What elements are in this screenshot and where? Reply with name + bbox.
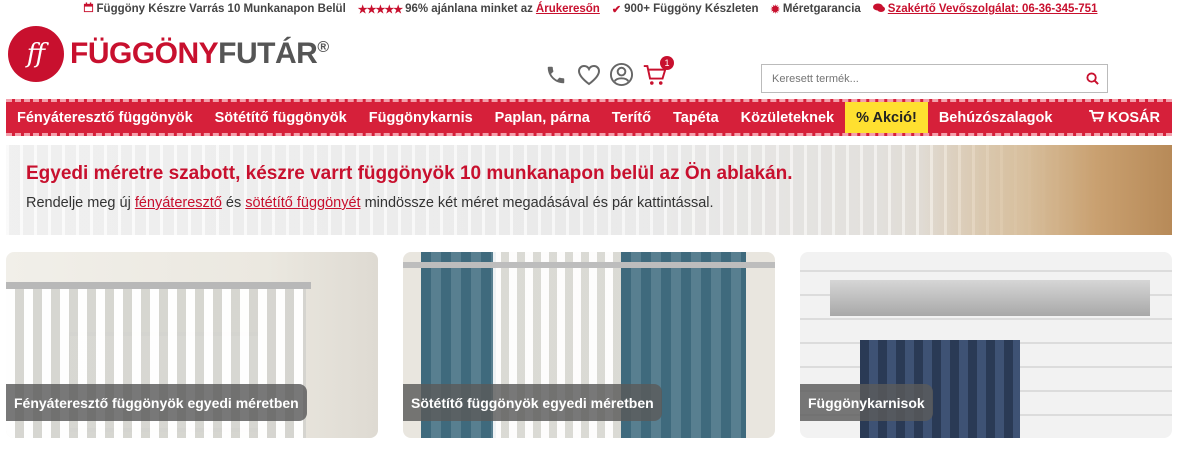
main-nav: Fényáteresztő függönyök Sötétítő függöny… xyxy=(6,99,1172,136)
info-delivery: Függöny Készre Varrás 10 Munkanapon Belü… xyxy=(83,2,346,16)
nav-item-duvet-pillow[interactable]: Paplan, párna xyxy=(484,102,601,133)
search-icon[interactable] xyxy=(1077,72,1107,85)
badge-icon: ✹ xyxy=(770,3,780,16)
nav-item-wallpaper[interactable]: Tapéta xyxy=(662,102,730,133)
site-header: ff FÜGGÖNYFUTÁR® 1 xyxy=(0,18,1180,98)
user-icon[interactable] xyxy=(609,62,634,87)
banner-link-blackout[interactable]: sötétítő függönyét xyxy=(245,195,360,211)
phone-icon[interactable] xyxy=(543,62,568,87)
top-info-bar: Függöny Készre Varrás 10 Munkanapon Belü… xyxy=(0,0,1180,18)
header-icons: 1 xyxy=(543,56,674,87)
nav-item-business[interactable]: Közületeknek xyxy=(730,102,845,133)
search-box xyxy=(761,64,1108,93)
info-size-guarantee: ✹ Méretgarancia xyxy=(770,3,861,16)
hero-banner: Egyedi méretre szabott, készre varrt füg… xyxy=(6,145,1172,235)
banner-drape-image xyxy=(922,145,1172,235)
card-label: Függönykarnisok xyxy=(800,384,933,421)
category-card-blackout-curtains[interactable]: Sötétítő függönyök egyedi méretben xyxy=(403,252,775,438)
category-card-curtain-rods[interactable]: Függönykarnisok xyxy=(800,252,1172,438)
banner-text: Rendelje meg új fényáteresztő és sötétít… xyxy=(26,195,714,211)
arukereso-link[interactable]: Árukeresőn xyxy=(536,3,600,15)
check-icon: ✔ xyxy=(611,3,622,16)
support-link[interactable]: Szakértő Vevőszolgálat: 06-36-345-751 xyxy=(888,3,1098,15)
nav-cart-link[interactable]: KOSÁR xyxy=(1078,102,1172,133)
banner-link-light[interactable]: fényáteresztő xyxy=(135,195,222,211)
heart-icon[interactable] xyxy=(576,62,601,87)
chat-icon xyxy=(872,3,885,16)
banner-title: Egyedi méretre szabott, készre varrt füg… xyxy=(26,163,793,184)
logo-monogram: ff xyxy=(8,26,64,82)
nav-item-curtain-tapes[interactable]: Behúzószalagok xyxy=(928,102,1064,133)
rating-stars-icon: ★★★★★ xyxy=(357,3,403,16)
calendar-icon xyxy=(83,2,94,16)
search-input[interactable] xyxy=(762,65,1077,92)
nav-item-curtain-rods[interactable]: Függönykarnis xyxy=(358,102,484,133)
category-card-light-curtains[interactable]: Fényáteresztő függönyök egyedi méretben xyxy=(6,252,378,438)
nav-item-blackout-curtains[interactable]: Sötétítő függönyök xyxy=(204,102,358,133)
info-stock: ✔ 900+ Függöny Készleten xyxy=(611,3,759,16)
card-label: Fényáteresztő függönyök egyedi méretben xyxy=(6,384,307,421)
nav-item-tablecloth[interactable]: Terítő xyxy=(601,102,662,133)
card-label: Sötétítő függönyök egyedi méretben xyxy=(403,384,662,421)
nav-item-sale[interactable]: % Akció! xyxy=(845,102,928,133)
cart-icon[interactable]: 1 xyxy=(642,56,674,87)
cart-count-badge: 1 xyxy=(660,56,674,70)
basket-icon xyxy=(1088,109,1104,126)
info-support[interactable]: Szakértő Vevőszolgálat: 06-36-345-751 xyxy=(872,3,1098,16)
nav-item-light-curtains[interactable]: Fényáteresztő függönyök xyxy=(6,102,204,133)
site-logo[interactable]: ff FÜGGÖNYFUTÁR® xyxy=(8,26,329,82)
logo-wordmark: FÜGGÖNYFUTÁR® xyxy=(70,37,329,70)
info-rating: ★★★★★ 96% ajánlana minket az Árukeresőn xyxy=(357,3,600,16)
